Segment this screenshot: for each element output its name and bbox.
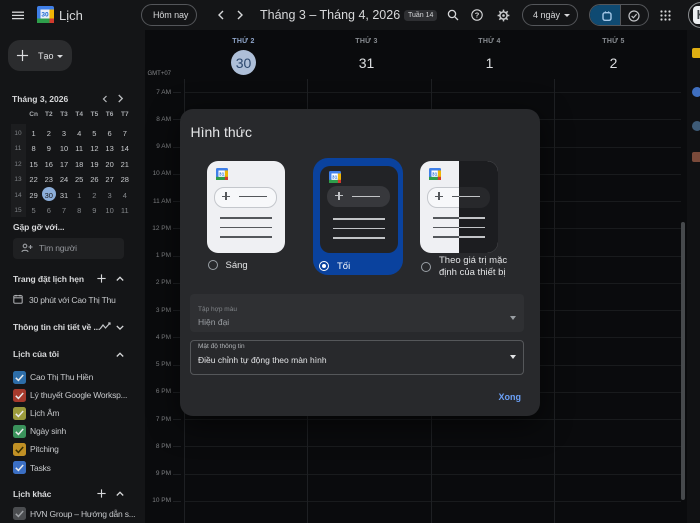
- svg-text:31: 31: [432, 172, 438, 178]
- svg-text:31: 31: [219, 172, 225, 178]
- svg-text:?: ?: [475, 11, 480, 20]
- svg-text:31: 31: [332, 175, 338, 181]
- svg-text:30: 30: [41, 12, 49, 19]
